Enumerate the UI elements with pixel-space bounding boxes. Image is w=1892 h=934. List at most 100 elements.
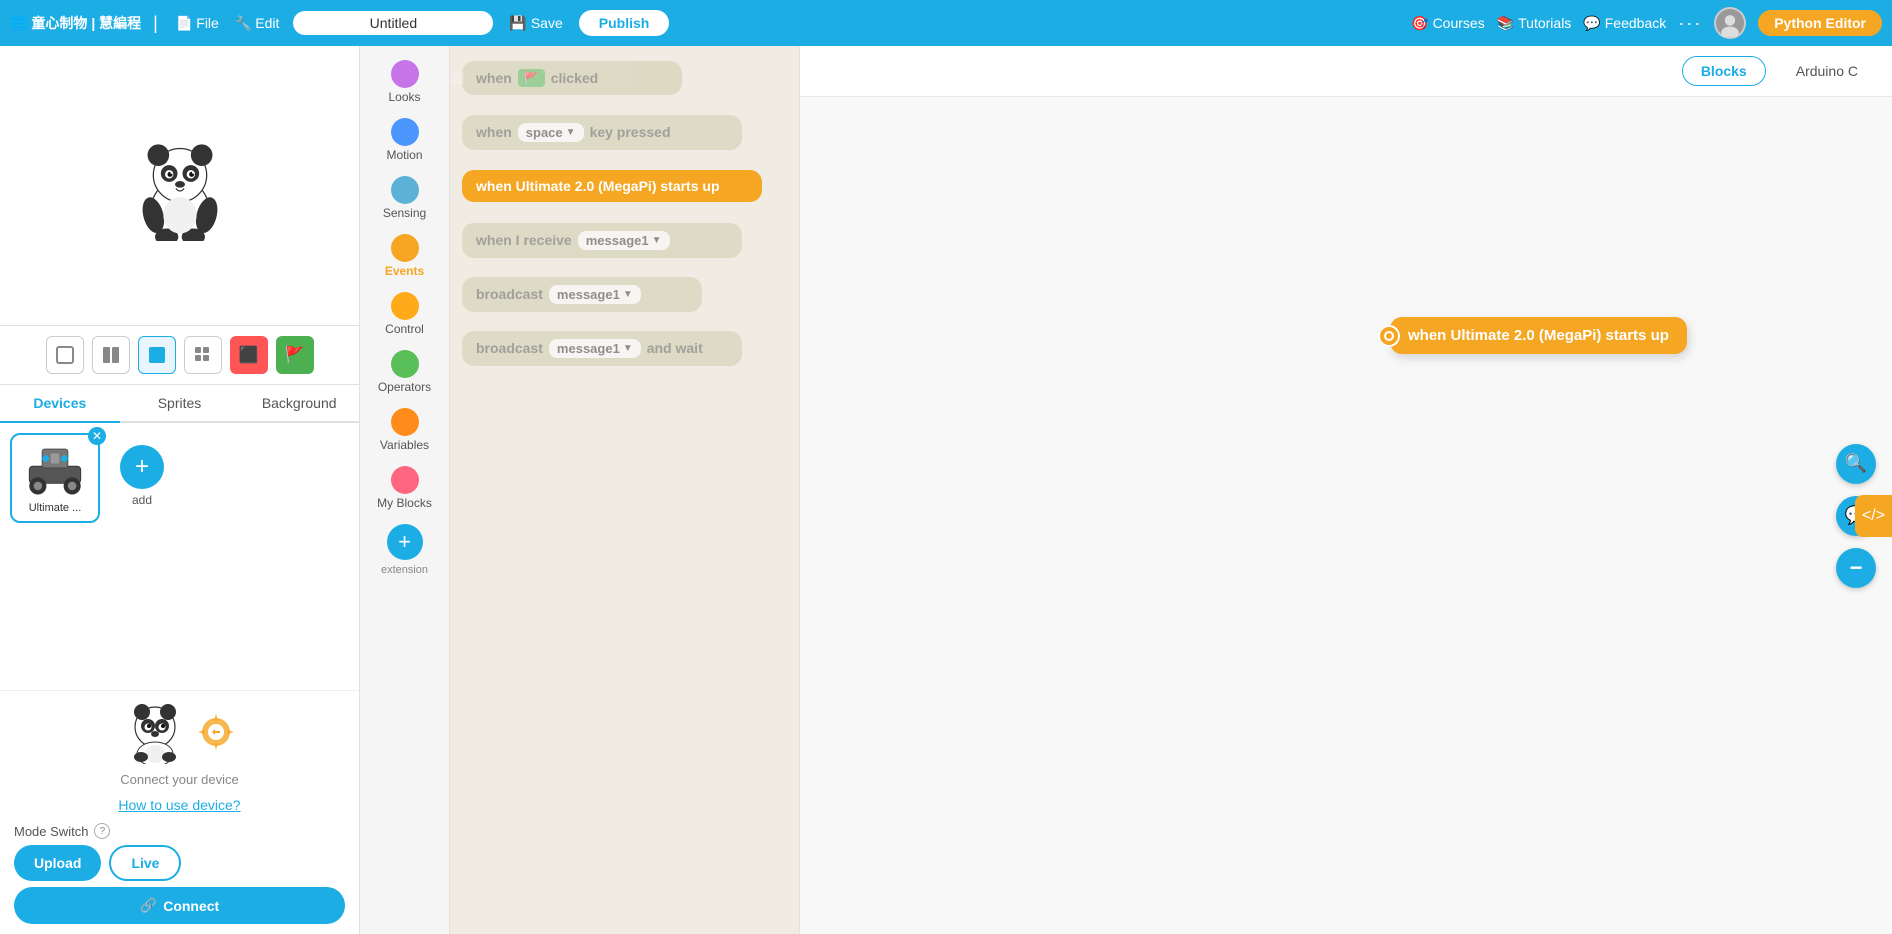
blocks-categories: Looks Motion Sensing Events Control [360, 46, 450, 934]
blocks-content-area: Looks Motion Sensing Events Control [360, 46, 799, 934]
category-events[interactable]: Events [365, 228, 445, 284]
upload-label: Upload [34, 855, 81, 871]
code-toggle-button[interactable]: </> [1855, 495, 1892, 537]
category-variables[interactable]: Variables [365, 402, 445, 458]
file-label: File [196, 15, 219, 31]
add-device-label: add [132, 493, 152, 507]
go-button[interactable]: 🚩 [276, 336, 314, 374]
tab-arduino[interactable]: Arduino C [1778, 57, 1876, 85]
connect-section: Connect your device How to use device? M… [0, 690, 359, 934]
category-myblocks[interactable]: My Blocks [365, 460, 445, 516]
feedback-icon: 💬 [1583, 15, 1600, 32]
search-workspace-button[interactable]: 🔍 [1836, 444, 1876, 484]
layout-split-btn[interactable] [92, 336, 130, 374]
stop-button[interactable]: ⬛ [230, 336, 268, 374]
topnav: 🌐 童心制物 | 慧編程 | 📄 File 🔧 Edit 💾 Save Publ… [0, 0, 1892, 46]
block-when-receive[interactable]: when I receive message1 ▼ [462, 220, 787, 260]
link-icon: 🔗 [140, 897, 157, 914]
how-to-use-link[interactable]: How to use device? [14, 797, 345, 813]
sprite-connected-area: Connect your device [14, 699, 345, 787]
category-motion[interactable]: Motion [365, 112, 445, 168]
flag-icon: 🚩 [518, 69, 545, 87]
courses-label: Courses [1433, 15, 1485, 31]
workspace: Blocks Arduino C when Ultimate 2.0 (Mega… [800, 46, 1892, 934]
zoom-out-button[interactable]: − [1836, 548, 1876, 588]
motion-dot [391, 118, 419, 146]
python-editor-label: Python Editor [1774, 15, 1866, 31]
block-when-flag[interactable]: when 🚩 clicked [462, 58, 787, 98]
burst-svg [196, 712, 236, 752]
when-receive-text: when I receive [476, 232, 572, 248]
tab-sprites[interactable]: Sprites [120, 385, 240, 423]
block-when-starts[interactable]: when Ultimate 2.0 (MegaPi) starts up [462, 166, 787, 206]
space-pill: space ▼ [518, 123, 584, 142]
python-editor-button[interactable]: Python Editor [1758, 10, 1882, 36]
myblocks-label: My Blocks [377, 496, 432, 510]
motion-label: Motion [386, 148, 422, 162]
courses-icon: 🎯 [1411, 15, 1428, 32]
message1-pill-receive: message1 ▼ [578, 231, 670, 250]
variables-dot [391, 408, 419, 436]
live-button[interactable]: Live [109, 845, 181, 881]
tab-blocks[interactable]: Blocks [1682, 56, 1766, 86]
block-broadcast-wait[interactable]: broadcast message1 ▼ and wait [462, 328, 787, 368]
mode-help-icon[interactable]: ? [94, 823, 110, 839]
add-device-button[interactable]: + [120, 445, 164, 489]
feedback-link[interactable]: 💬 Feedback [1583, 15, 1666, 32]
device-item-label: Ultimate ... [29, 502, 82, 514]
add-extension-button[interactable]: + [387, 524, 423, 560]
block-when-key[interactable]: when space ▼ key pressed [462, 112, 787, 152]
main-layout: ⬛ 🚩 Devices Sprites Background ✕ [0, 46, 1892, 934]
blocks-panel: Looks Motion Sensing Events Control [360, 46, 800, 934]
clicked-text: clicked [551, 70, 598, 86]
connect-text: Connect your device [120, 772, 239, 787]
tab-background[interactable]: Background [239, 385, 359, 423]
globe-icon: 🌐 [10, 15, 27, 32]
message1-pill-wait: message1 ▼ [549, 339, 641, 358]
publish-button[interactable]: Publish [579, 10, 670, 36]
tab-devices[interactable]: Devices [0, 385, 120, 423]
drag-handle [1378, 325, 1400, 347]
category-sensing[interactable]: Sensing [365, 170, 445, 226]
workspace-topbar: Blocks Arduino C [800, 46, 1892, 97]
category-looks[interactable]: Looks [365, 54, 445, 110]
save-icon: 💾 [509, 15, 526, 32]
courses-link[interactable]: 🎯 Courses [1411, 15, 1485, 32]
tab-arduino-label: Arduino C [1796, 63, 1858, 79]
mode-switch-row: Mode Switch ? [14, 823, 345, 839]
save-button[interactable]: 💾 Save [501, 11, 570, 36]
file-menu[interactable]: 📄 File [170, 11, 225, 36]
more-menu[interactable]: ··· [1678, 13, 1702, 34]
layout-grid-btn[interactable] [184, 336, 222, 374]
user-avatar[interactable] [1714, 7, 1746, 39]
tutorials-link[interactable]: 📚 Tutorials [1497, 15, 1572, 32]
panel-tabs: Devices Sprites Background [0, 385, 359, 423]
panda-robot-row [123, 699, 236, 764]
control-dot [391, 292, 419, 320]
feedback-label: Feedback [1605, 15, 1666, 31]
device-item-ultimate[interactable]: ✕ [10, 433, 100, 523]
logo: 🌐 童心制物 | 慧編程 [10, 13, 141, 33]
project-title-input[interactable] [293, 11, 493, 35]
events-label: Events [385, 264, 424, 278]
device-item-close[interactable]: ✕ [88, 427, 106, 445]
operators-dot [391, 350, 419, 378]
edit-menu[interactable]: 🔧 Edit [229, 11, 286, 36]
canvas-block-ultimate[interactable]: when Ultimate 2.0 (MegaPi) starts up [1390, 317, 1687, 354]
logo-text: 童心制物 | 慧編程 [31, 13, 141, 33]
workspace-canvas[interactable]: when Ultimate 2.0 (MegaPi) starts up 🔍 💬… [800, 97, 1892, 934]
when-flag-text: when [476, 70, 512, 86]
block-broadcast[interactable]: broadcast message1 ▼ [462, 274, 787, 314]
robot-svg [25, 443, 85, 498]
upload-button[interactable]: Upload [14, 845, 101, 881]
category-operators[interactable]: Operators [365, 344, 445, 400]
mode-switch-label: Mode Switch [14, 824, 88, 839]
layout-single-btn[interactable] [46, 336, 84, 374]
extension-label: extension [381, 564, 428, 576]
connect-button[interactable]: 🔗 Connect [14, 887, 345, 924]
sensing-dot [391, 176, 419, 204]
when-starts-text: when Ultimate 2.0 (MegaPi) starts up [476, 178, 720, 194]
layout-full-btn[interactable] [138, 336, 176, 374]
category-control[interactable]: Control [365, 286, 445, 342]
looks-label: Looks [388, 90, 420, 104]
